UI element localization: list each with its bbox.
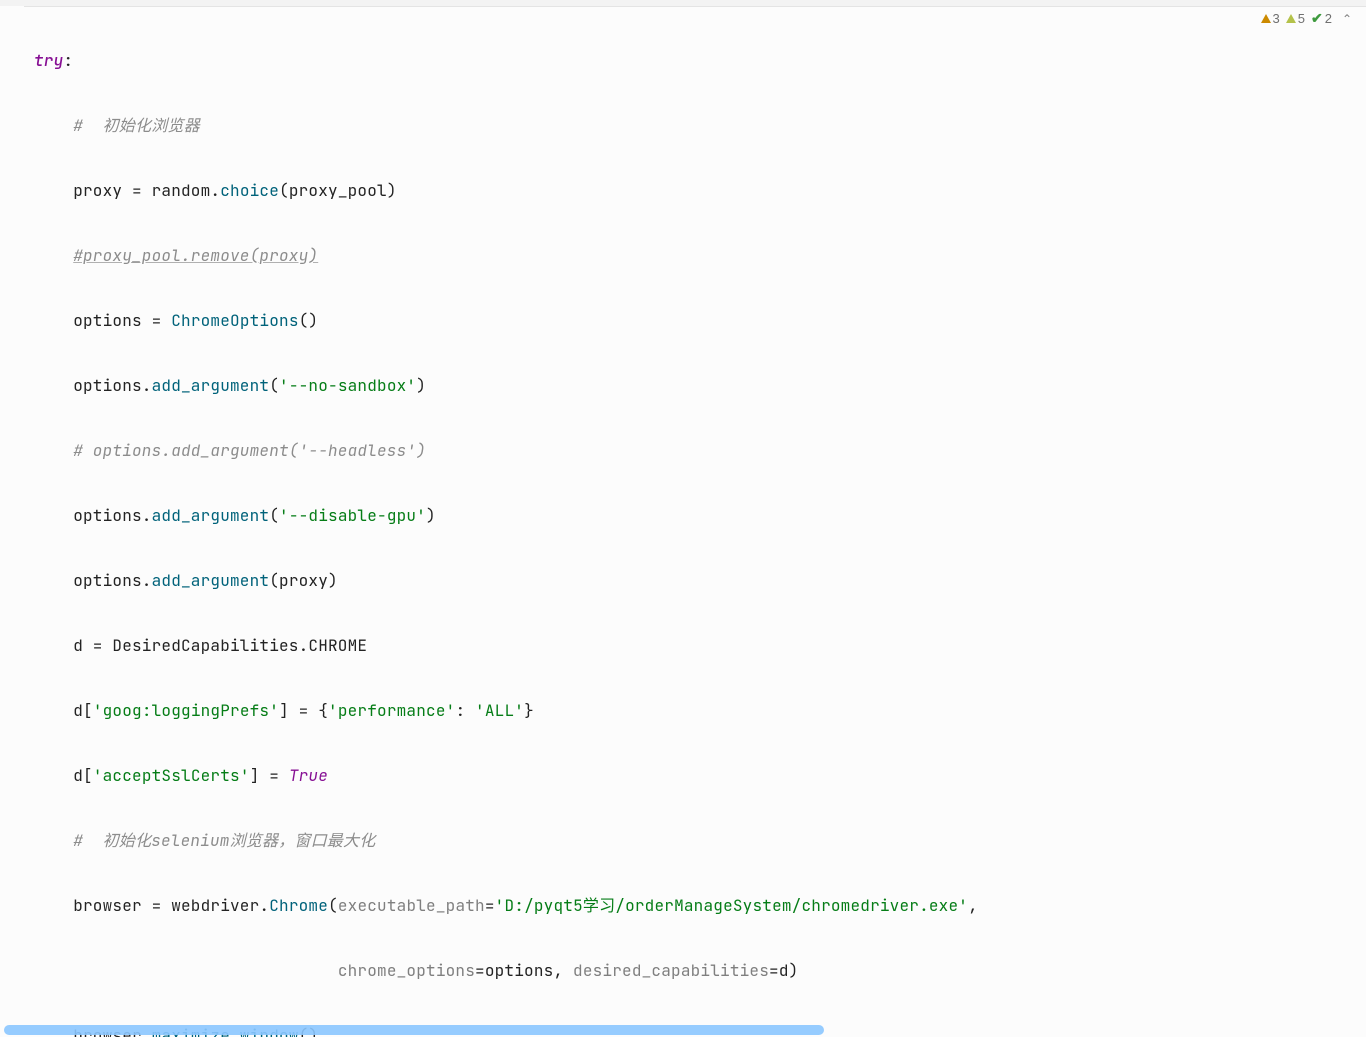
keyword-try: try [34,50,63,71]
comment: # 初始化浏览器 [73,115,200,136]
code-editor[interactable]: try: # 初始化浏览器 proxy = random.choice(prox… [0,6,1366,1037]
comment: # 初始化selenium浏览器，窗口最大化 [73,830,375,851]
code-area[interactable]: try: # 初始化浏览器 proxy = random.choice(prox… [34,12,1366,1037]
horizontal-scrollbar[interactable] [4,1025,824,1035]
comment: # options.add_argument('--headless') [73,440,426,461]
gutter[interactable] [0,6,24,1037]
dead-code-comment: #proxy_pool.remove(proxy) [73,245,318,266]
